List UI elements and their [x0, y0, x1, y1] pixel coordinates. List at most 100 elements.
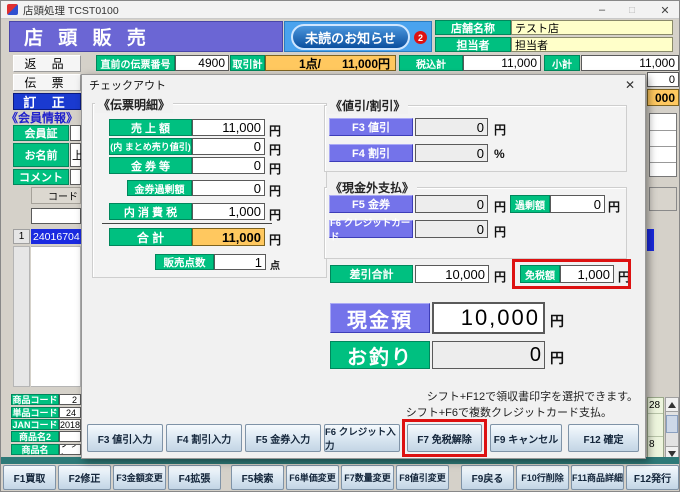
shortcut-note-1: シフト+F12で領収書印字を選択できます。 — [426, 391, 638, 403]
total-unit: 円 — [269, 233, 282, 247]
bundle-discount-unit: 円 — [269, 143, 282, 157]
tax-included-label: 税込計 — [399, 55, 463, 71]
noncash-section-title: 《現金外支払》 — [327, 179, 418, 196]
excess-unit: 円 — [608, 200, 621, 214]
list-scrollbar[interactable] — [665, 397, 679, 461]
shortcut-note-2: シフト+F6で複数クレジットカード支払。 — [405, 407, 612, 419]
inner-tax-unit: 円 — [269, 208, 282, 222]
checkout-dialog: チェックアウト ✕ 《伝票明細》 売 上 額 11,000 円 (内 まとめ売り… — [81, 74, 646, 459]
tax-included-value: 11,000 — [463, 55, 541, 71]
fkey-f7[interactable]: F7数量変更 — [341, 465, 394, 490]
fkey-f11[interactable]: F11商品詳細 — [571, 465, 624, 490]
slip-detail-section-title: 《伝票明細》 — [95, 96, 174, 113]
f3-discount-value: 0 — [415, 118, 488, 136]
bundle-discount-label: (内 まとめ売り値引) — [109, 138, 192, 155]
fkey-f8[interactable]: F8値引変更 — [396, 465, 449, 490]
correct-button[interactable]: 訂 正 — [13, 93, 81, 110]
fkey-f5[interactable]: F5検索 — [231, 465, 284, 490]
f6-credit-input-button[interactable]: F6 クレジット入力 — [324, 424, 400, 452]
comment-field[interactable] — [70, 169, 81, 185]
fkey-f2[interactable]: F2修正 — [58, 465, 111, 490]
qty-value: 1 — [214, 254, 266, 270]
item-list-gutter — [13, 246, 30, 387]
member-section-title: 《会員情報》 — [6, 110, 79, 125]
product-code-label: 商品コード — [11, 394, 59, 405]
total-value: 11,000 — [192, 228, 265, 246]
bg-right-button-stub — [649, 187, 677, 211]
comment-label: コメント — [13, 169, 69, 185]
notice-badge: 2 — [414, 31, 427, 44]
f5-voucher-input-button[interactable]: F5 金券入力 — [245, 424, 321, 452]
balance-value: 10,000 — [415, 265, 489, 283]
fkey-f10[interactable]: F10行削除 — [516, 465, 569, 490]
sales-amount-label: 売 上 額 — [109, 119, 192, 136]
product-name-label: 商品名 — [11, 444, 59, 455]
slip-button-label: 伝 票 — [24, 76, 70, 90]
f5-voucher-unit: 円 — [494, 200, 507, 214]
f12-confirm-button[interactable]: F12 確定 — [568, 424, 639, 452]
change-unit: 円 — [550, 350, 564, 366]
item-row-code[interactable]: 24016704 — [31, 229, 81, 244]
f4-discount-key[interactable]: F4 割引 — [329, 144, 413, 162]
cash-tendered-label: 現金預 — [330, 303, 430, 333]
cash-tendered-unit: 円 — [550, 313, 564, 329]
f5-voucher-key[interactable]: F5 金券 — [329, 195, 413, 213]
voucher-excess-label: 金券過剰額 — [127, 180, 192, 196]
f9-cancel-button[interactable]: F9 キャンセル — [490, 424, 562, 452]
close-window-button[interactable]: ✕ — [651, 1, 679, 19]
cash-tendered-value[interactable]: 10,000 — [432, 302, 545, 334]
f3-discount-key[interactable]: F3 値引 — [329, 118, 413, 136]
maximize-button[interactable]: □ — [619, 1, 645, 19]
sales-amount-unit: 円 — [269, 124, 282, 138]
customer-name-field[interactable]: 上 — [70, 143, 83, 167]
prev-slip-value: 4900 — [175, 55, 229, 71]
app-icon — [7, 4, 18, 15]
fkey-f12[interactable]: F12発行 — [626, 465, 679, 490]
store-name-label: 店舗名称 — [435, 20, 511, 35]
scroll-thumb[interactable] — [666, 415, 678, 433]
subtotal-value: 11,000 — [581, 55, 679, 71]
code-input[interactable] — [31, 208, 81, 224]
bg-scroll-list-cells: 28 8 — [647, 397, 664, 459]
minimize-button[interactable]: – — [589, 1, 615, 19]
voucher-unit: 円 — [269, 162, 282, 176]
screen-title: 店 頭 販 売 — [9, 21, 283, 52]
staff-value: 担当者 — [511, 37, 673, 52]
scroll-up-icon[interactable] — [666, 398, 678, 412]
item-list-body[interactable] — [31, 246, 81, 387]
change-label: お釣り — [330, 341, 430, 369]
bg-right-selected-stub — [647, 229, 654, 251]
bg-right-orange-field: 000 — [647, 89, 679, 106]
fkey-f3[interactable]: F3金額変更 — [113, 465, 166, 490]
unread-notice-label: 未読のお知らせ — [305, 30, 396, 46]
f6-credit-unit: 円 — [494, 225, 507, 239]
member-card-field[interactable] — [70, 125, 81, 141]
voucher-excess-value: 0 — [192, 180, 265, 196]
window-title: 店頭処理 TCST0100 — [23, 4, 119, 17]
product-name-value: ブラン — [59, 444, 81, 455]
balance-unit: 円 — [494, 270, 507, 284]
f4-percent-input-button[interactable]: F4 割引入力 — [166, 424, 242, 452]
transaction-amount: 11,000円 — [341, 56, 390, 71]
code-column-header: コード — [31, 187, 81, 204]
return-button[interactable]: 返 品 — [13, 55, 81, 72]
fkey-f1[interactable]: F1買取 — [3, 465, 56, 490]
prev-slip-label: 直前の伝票番号 — [96, 55, 175, 71]
dialog-close-icon[interactable]: ✕ — [621, 77, 639, 92]
fkey-f6[interactable]: F6単価変更 — [286, 465, 339, 490]
item-code-label: 単品コード — [11, 407, 59, 418]
f3-discount-input-button[interactable]: F3 値引入力 — [87, 424, 163, 452]
f6-credit-key[interactable]: F6 クレジットカード — [329, 218, 413, 243]
product-name2-value — [59, 431, 81, 442]
unread-notice-button[interactable]: 未読のお知らせ — [291, 24, 410, 50]
voucher-value: 0 — [192, 157, 265, 174]
jan-code-value: 2018 — [59, 419, 81, 430]
fkey-f4[interactable]: F4拡張 — [168, 465, 221, 490]
subtotal-label: 小計 — [544, 55, 580, 71]
slip-button[interactable]: 伝 票 — [13, 74, 81, 91]
bg-scroll-num-bottom: 8 — [648, 436, 663, 452]
fkey-f9[interactable]: F9戻る — [461, 465, 514, 490]
title-bar: 店頭処理 TCST0100 – □ ✕ — [1, 1, 679, 19]
inner-tax-value: 1,000 — [192, 203, 265, 220]
excess-label: 過剰額 — [510, 195, 550, 213]
